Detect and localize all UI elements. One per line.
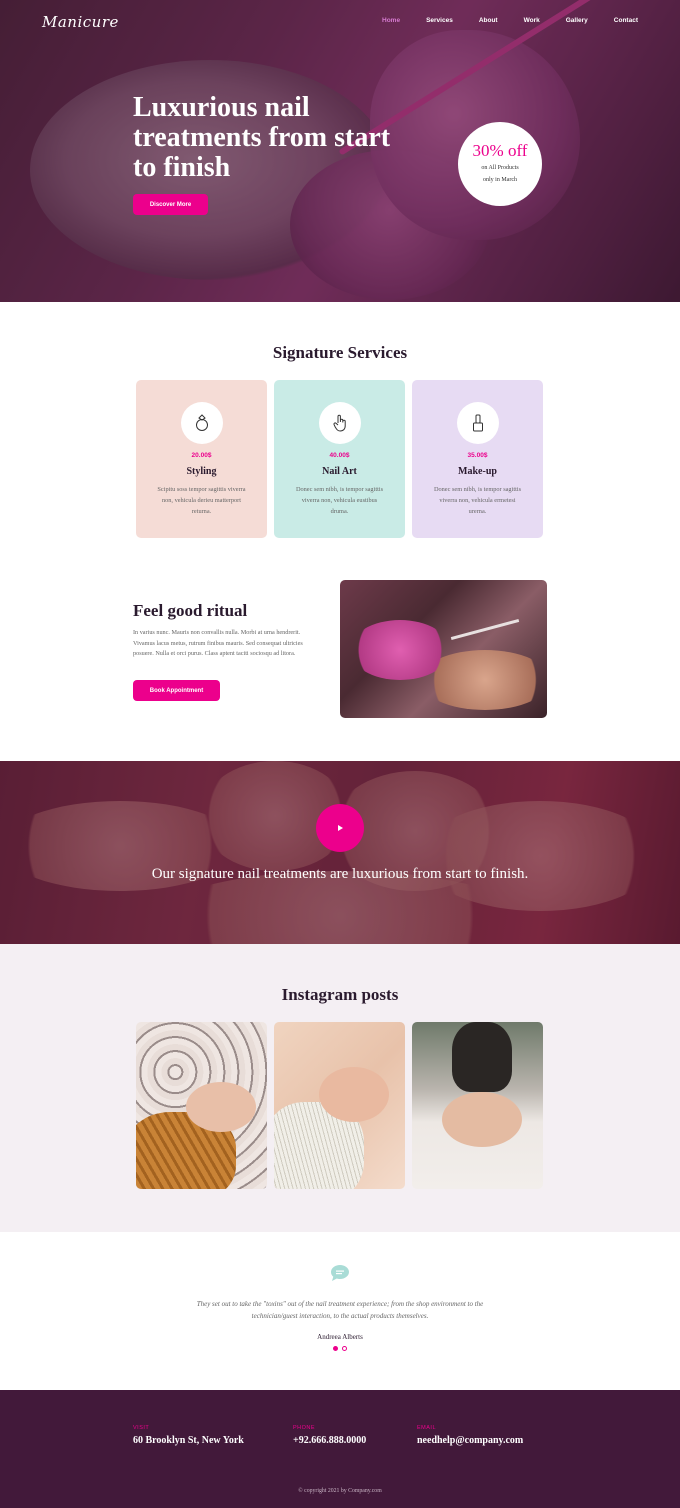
chat-bubble-icon	[331, 1265, 349, 1281]
nav-links: Home Services About Work Gallery Contact	[356, 17, 638, 24]
promo-line-1: on All Products	[481, 165, 519, 171]
service-card-nail-art[interactable]: 40.00$ Nail Art Donec sem nibh, is tempo…	[274, 380, 405, 538]
testimonial-pagination	[333, 1346, 347, 1351]
service-card-styling[interactable]: 20.00$ Styling Scipitu soss tempor sagit…	[136, 380, 267, 538]
page: Manicure Home Services About Work Galler…	[0, 0, 680, 1508]
hero-section: Manicure Home Services About Work Galler…	[0, 0, 680, 302]
footer-visit-label: VISIT	[133, 1425, 150, 1431]
service-description: Scipitu soss tempor sagittis viverra non…	[157, 486, 246, 515]
testimonial-author: Andreea Alberts	[317, 1333, 363, 1341]
ritual-image-file	[450, 618, 520, 641]
ritual-text: In varius nunc. Mauris non convallis nul…	[133, 629, 303, 657]
hand-shape	[186, 1082, 256, 1132]
service-price: 35.00$	[467, 452, 488, 459]
instagram-title: Instagram posts	[281, 985, 399, 1004]
footer-phone: PHONE +92.666.888.0000	[293, 1425, 366, 1446]
ritual-title: Feel good ritual	[133, 601, 248, 620]
banner-overlay	[0, 761, 680, 944]
instagram-post-2[interactable]	[274, 1022, 405, 1189]
play-icon	[338, 825, 343, 831]
service-description: Donec sem nibh, is tempor sagittis viver…	[433, 486, 522, 515]
play-video-button[interactable]	[316, 804, 364, 852]
instagram-post-3[interactable]	[412, 1022, 543, 1189]
footer-email-label: EMAIL	[417, 1425, 437, 1431]
nav-work[interactable]: Work	[524, 17, 540, 24]
hand-shape	[442, 1092, 522, 1147]
instagram-post-1[interactable]	[136, 1022, 267, 1189]
top-nav: Manicure Home Services About Work Galler…	[0, 0, 680, 44]
footer-email: EMAIL needhelp@company.com	[417, 1425, 523, 1446]
promo-badge: 30% off on All Products only in March	[458, 122, 542, 206]
footer-visit-value: 60 Brooklyn St, New York	[133, 1435, 244, 1446]
book-appointment-button[interactable]: Book Appointment	[133, 680, 220, 701]
ritual-image-glove	[350, 620, 450, 680]
nav-home[interactable]: Home	[382, 17, 400, 24]
pagination-dot-1[interactable]	[333, 1346, 338, 1351]
hero-title: Luxurious nail treatments from start to …	[133, 92, 391, 183]
banner-text: Our signature nail treatments are luxuri…	[151, 866, 529, 882]
footer-visit: VISIT 60 Brooklyn St, New York	[133, 1425, 244, 1446]
service-name: Nail Art	[322, 466, 357, 477]
promo-line-2: only in March	[483, 177, 517, 183]
footer-phone-label: PHONE	[293, 1425, 316, 1431]
hand-pointer-icon	[319, 402, 361, 444]
service-price: 20.00$	[191, 452, 212, 459]
discover-more-button[interactable]: Discover More	[133, 194, 208, 215]
hand-shape	[319, 1067, 389, 1122]
service-name: Make-up	[458, 466, 497, 477]
service-card-make-up[interactable]: 35.00$ Make-up Donec sem nibh, is tempor…	[412, 380, 543, 538]
footer-phone-value[interactable]: +92.666.888.0000	[293, 1435, 366, 1446]
nail-polish-icon	[457, 402, 499, 444]
hair-shape	[452, 1022, 512, 1092]
site-logo[interactable]: Manicure	[42, 13, 119, 31]
testimonial-quote: They set out to take the "toxins" out of…	[196, 1300, 484, 1320]
services-title: Signature Services	[272, 343, 408, 362]
service-description: Donec sem nibh, is tempor sagittis viver…	[295, 486, 384, 515]
ritual-image	[340, 580, 547, 718]
nav-services[interactable]: Services	[426, 17, 453, 24]
nav-gallery[interactable]: Gallery	[566, 17, 588, 24]
pagination-dot-2[interactable]	[342, 1346, 347, 1351]
copyright-text: © copyright 2021 by Company.com	[298, 1488, 382, 1494]
promo-discount: 30% off	[472, 141, 528, 160]
video-banner	[0, 761, 680, 944]
nav-contact[interactable]: Contact	[614, 17, 638, 24]
service-name: Styling	[186, 466, 217, 477]
footer-email-value[interactable]: needhelp@company.com	[417, 1435, 523, 1446]
ring-icon	[181, 402, 223, 444]
service-price: 40.00$	[329, 452, 350, 459]
nav-about[interactable]: About	[479, 17, 498, 24]
